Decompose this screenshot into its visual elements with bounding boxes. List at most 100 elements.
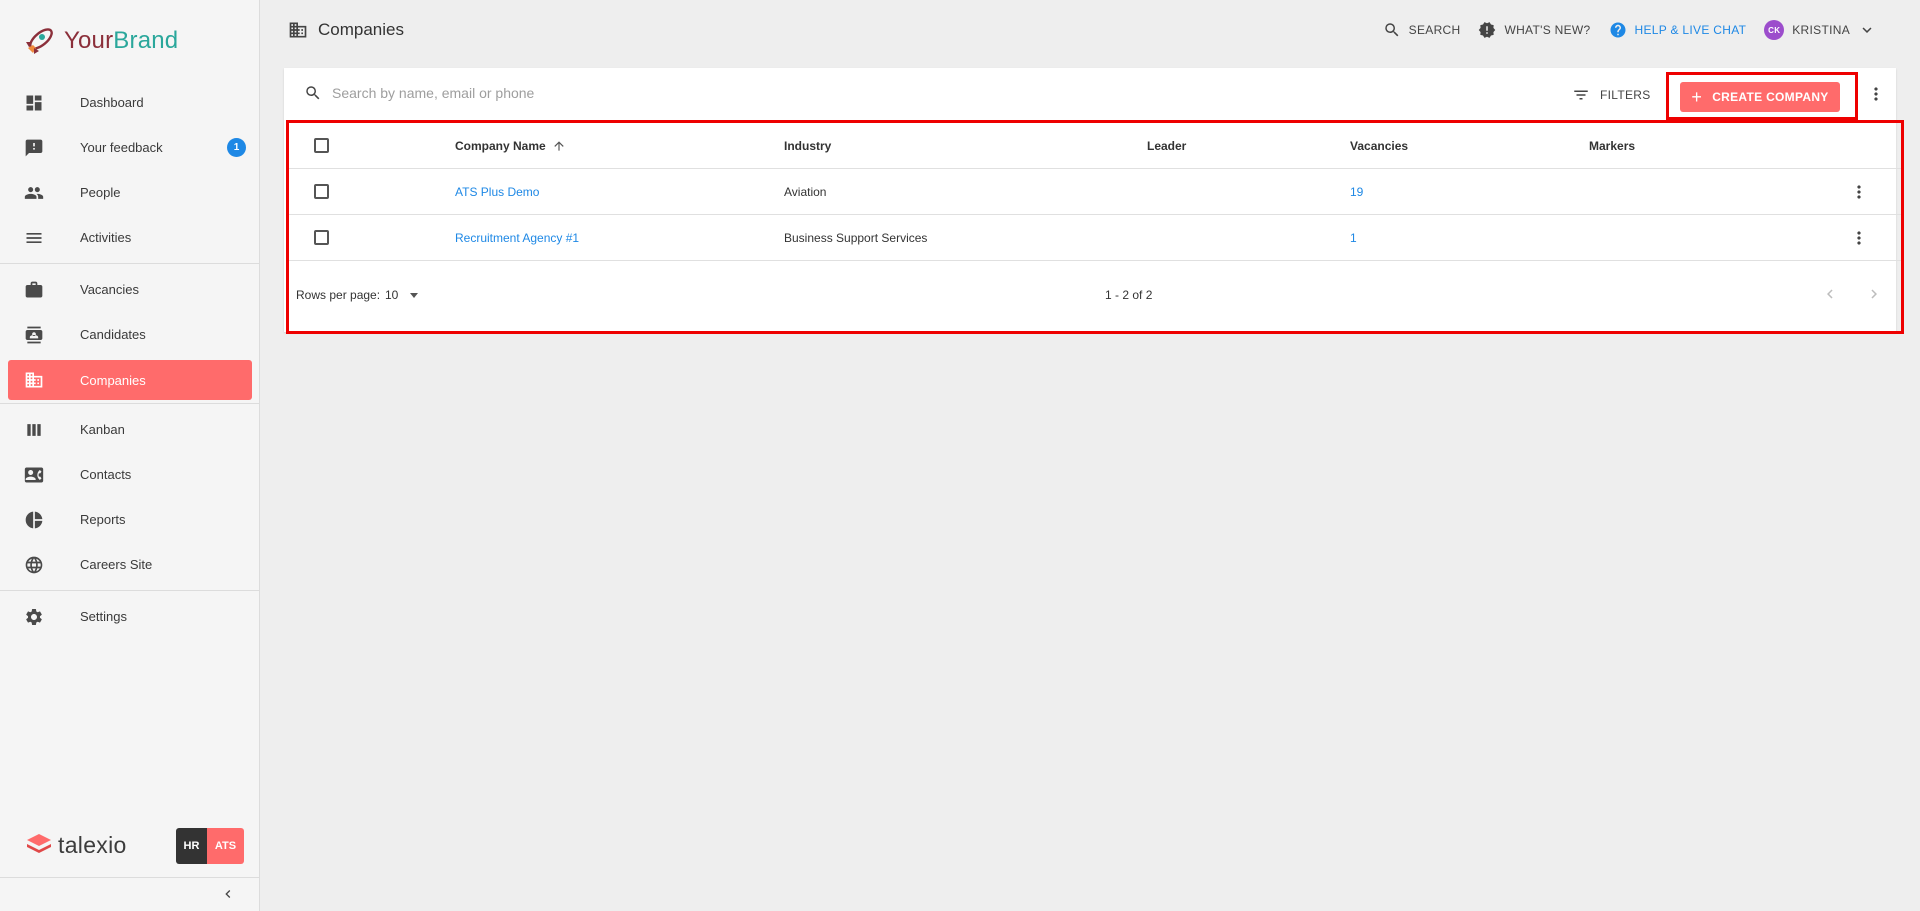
candidate-icon	[24, 325, 44, 345]
select-all-checkbox[interactable]	[314, 138, 329, 153]
activities-icon	[24, 228, 44, 248]
top-actions: SEARCH WHAT'S NEW? HELP & LIVE CHAT CK K…	[1365, 20, 1876, 40]
sidebar-item-companies[interactable]: Companies	[8, 360, 252, 400]
search-icon	[1384, 23, 1399, 37]
row-checkbox[interactable]	[314, 184, 329, 199]
more-vert-icon[interactable]	[1849, 228, 1869, 248]
chevron-left-icon[interactable]	[1821, 285, 1839, 303]
filters-button[interactable]: FILTERS	[1572, 86, 1651, 104]
column-header-leader[interactable]: Leader	[1147, 123, 1186, 169]
feedback-icon	[24, 138, 44, 158]
column-header-label: Company Name	[455, 139, 546, 153]
sidebar-item-label: Careers Site	[80, 557, 153, 572]
column-header-vacancies[interactable]: Vacancies	[1350, 123, 1408, 169]
company-industry: Business Support Services	[784, 231, 928, 245]
layers-icon	[26, 832, 52, 859]
sidebar-item-label: Activities	[80, 230, 132, 245]
chevron-down-icon	[1862, 27, 1872, 33]
companies-table-highlight: Company Name Industry Leader Vacancies M…	[286, 120, 1904, 334]
search-input[interactable]	[332, 85, 752, 101]
page-header: Companies SEARCH WHAT'S NEW? HELP & LIVE…	[260, 0, 1920, 62]
sidebar-item-settings[interactable]: Settings	[0, 594, 260, 639]
search-box	[304, 84, 752, 102]
table-row: Recruitment Agency #1 Business Support S…	[289, 215, 1901, 261]
help-live-chat-label: HELP & LIVE CHAT	[1634, 23, 1747, 37]
row-checkbox[interactable]	[314, 230, 329, 245]
sidebar-item-label: Kanban	[80, 422, 125, 437]
sidebar-item-kanban[interactable]: Kanban	[0, 407, 260, 452]
dropdown-arrow-icon	[410, 292, 419, 298]
table-row: ATS Plus Demo Aviation 19	[289, 169, 1901, 215]
global-search-button[interactable]: SEARCH	[1383, 21, 1461, 39]
sidebar-item-label: Vacancies	[80, 282, 140, 297]
sidebar-item-label: Reports	[80, 512, 126, 527]
avatar: CK	[1764, 20, 1785, 40]
announcement-icon	[1479, 22, 1496, 38]
help-live-chat-button[interactable]: HELP & LIVE CHAT	[1609, 21, 1747, 39]
sidebar-item-dashboard[interactable]: Dashboard	[0, 80, 260, 125]
switch-hr[interactable]: HR	[176, 828, 207, 864]
column-header-company-name[interactable]: Company Name	[455, 123, 566, 169]
sidebar-item-reports[interactable]: Reports	[0, 497, 260, 542]
sidebar-item-vacancies[interactable]: Vacancies	[0, 267, 260, 312]
search-icon	[306, 86, 320, 100]
more-vert-icon[interactable]	[1849, 182, 1869, 202]
rows-per-page-label: Rows per page:	[296, 288, 381, 302]
talexio-name: talexio	[58, 832, 127, 858]
dashboard-icon	[24, 93, 44, 113]
company-name-link[interactable]: ATS Plus Demo	[455, 169, 539, 215]
column-header-markers[interactable]: Markers	[1589, 123, 1635, 169]
rows-per-page-select[interactable]: 10	[385, 288, 419, 302]
chevron-left-icon[interactable]	[220, 886, 236, 902]
sidebar-item-activities[interactable]: Activities	[0, 215, 260, 260]
filters-label: FILTERS	[1600, 88, 1651, 102]
sidebar-item-label: Companies	[80, 372, 146, 388]
user-name: KRISTINA	[1792, 23, 1850, 37]
people-icon	[24, 183, 44, 203]
filter-icon	[1574, 90, 1588, 100]
sidebar-item-label: Contacts	[80, 467, 132, 482]
sidebar-item-careers-site[interactable]: Careers Site	[0, 542, 260, 587]
pie-chart-icon	[24, 510, 44, 530]
brand-logo[interactable]: YourBrand	[22, 24, 178, 58]
rocket-icon	[22, 24, 58, 58]
kanban-icon	[24, 420, 44, 440]
sidebar-item-your-feedback[interactable]: Your feedback 1	[0, 125, 260, 170]
global-search-label: SEARCH	[1408, 23, 1461, 37]
sidebar-collapse-bar[interactable]	[0, 877, 260, 911]
create-company-label: CREATE COMPANY	[1712, 90, 1829, 104]
create-company-button[interactable]: + CREATE COMPANY	[1680, 82, 1840, 112]
create-company-highlight: + CREATE COMPANY	[1666, 72, 1858, 120]
sidebar-item-candidates[interactable]: Candidates	[0, 312, 260, 357]
chevron-right-icon[interactable]	[1865, 285, 1883, 303]
sidebar-item-people[interactable]: People	[0, 170, 260, 215]
sidebar-divider	[0, 403, 260, 404]
sidebar-item-label: Candidates	[80, 327, 146, 342]
sidebar-item-label: Settings	[80, 609, 127, 624]
product-switch[interactable]: HR ATS	[176, 828, 244, 864]
plus-icon: +	[1691, 87, 1703, 107]
more-vert-icon[interactable]	[1866, 84, 1886, 104]
company-vacancies-link[interactable]: 19	[1350, 169, 1363, 215]
user-menu[interactable]: CK KRISTINA	[1764, 20, 1876, 40]
briefcase-icon	[24, 280, 44, 300]
sidebar-item-label: Dashboard	[80, 95, 144, 110]
switch-ats[interactable]: ATS	[207, 828, 244, 864]
sidebar-item-label: People	[80, 185, 121, 200]
table-toolbar: FILTERS + CREATE COMPANY	[284, 68, 1896, 120]
company-name-link[interactable]: Recruitment Agency #1	[455, 215, 579, 261]
table-header-row: Company Name Industry Leader Vacancies M…	[289, 123, 1901, 169]
table-pagination: Rows per page: 10 1 - 2 of 2	[289, 261, 1901, 331]
sidebar-nav: Dashboard Your feedback 1 People Activit…	[0, 80, 260, 639]
column-header-industry[interactable]: Industry	[784, 123, 831, 169]
pagination-range: 1 - 2 of 2	[1105, 288, 1153, 302]
sidebar-divider	[0, 590, 260, 591]
rows-per-page-value: 10	[385, 288, 399, 302]
gear-icon	[24, 607, 44, 627]
whats-new-button[interactable]: WHAT'S NEW?	[1478, 21, 1590, 39]
page-title-text: Companies	[318, 20, 404, 39]
sidebar: YourBrand Dashboard Your feedback 1 Peop…	[0, 0, 260, 911]
company-vacancies-link[interactable]: 1	[1350, 215, 1357, 261]
sidebar-item-contacts[interactable]: Contacts	[0, 452, 260, 497]
companies-table: Company Name Industry Leader Vacancies M…	[289, 123, 1901, 261]
